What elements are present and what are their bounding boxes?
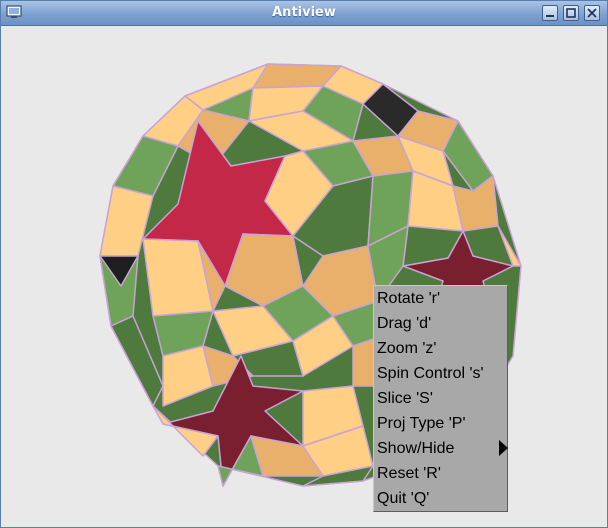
render-viewport[interactable] bbox=[3, 26, 606, 526]
app-window: Antiview Rotate 'r' Drag 'd' Zoom 'z' Sp… bbox=[0, 0, 608, 528]
title-bar[interactable]: Antiview bbox=[1, 1, 607, 26]
menu-item-rotate[interactable]: Rotate 'r' bbox=[377, 286, 505, 311]
menu-item-proj-type[interactable]: Proj Type 'P' bbox=[377, 411, 505, 436]
polyhedron-render[interactable] bbox=[3, 26, 606, 526]
maximize-button[interactable] bbox=[563, 5, 579, 21]
minimize-button[interactable] bbox=[542, 5, 558, 21]
maximize-icon bbox=[566, 8, 576, 18]
menu-item-reset[interactable]: Reset 'R' bbox=[377, 461, 505, 486]
menu-item-show-hide-label: Show/Hide bbox=[377, 440, 455, 457]
minimize-icon bbox=[546, 15, 554, 17]
context-menu: Rotate 'r' Drag 'd' Zoom 'z' Spin Contro… bbox=[373, 285, 508, 512]
close-icon bbox=[587, 8, 597, 18]
menu-item-slice[interactable]: Slice 'S' bbox=[377, 386, 505, 411]
window-title: Antiview bbox=[272, 5, 336, 20]
menu-item-spin-control[interactable]: Spin Control 's' bbox=[377, 361, 505, 386]
menu-item-zoom[interactable]: Zoom 'z' bbox=[377, 336, 505, 361]
submenu-arrow-icon bbox=[499, 440, 508, 456]
menu-item-drag[interactable]: Drag 'd' bbox=[377, 311, 505, 336]
menu-item-quit[interactable]: Quit 'Q' bbox=[377, 486, 505, 511]
close-button[interactable] bbox=[584, 5, 600, 21]
menu-item-show-hide[interactable]: Show/Hide bbox=[377, 436, 508, 461]
